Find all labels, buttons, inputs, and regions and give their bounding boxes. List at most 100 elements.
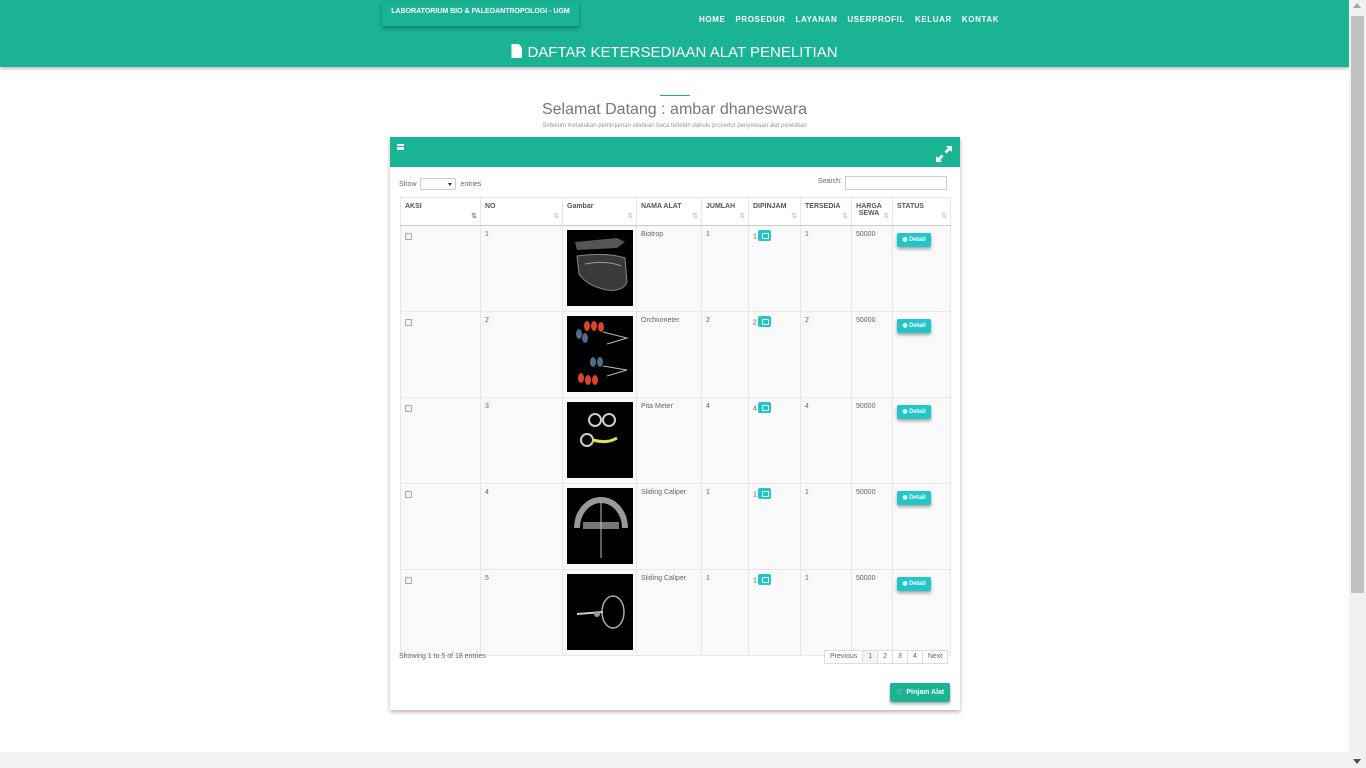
detail-button[interactable]: ◉ Detail [897,491,931,505]
table-row: 2 Orchiometer 2 2 2 50000 ◉ Detail [400,311,951,398]
row-no: 1 [480,225,563,312]
row-tersedia: 4 [800,397,852,484]
row-tersedia: 1 [800,483,852,570]
list-icon [397,144,404,150]
row-nama: Sliding Caliper [636,483,702,570]
nav-layanan[interactable]: LAYANAN [796,15,838,25]
col-nama-alat[interactable]: NAMA ALAT ⇅ [636,197,702,226]
brand-logo[interactable]: LABORATORIUM BIO & PALEOANTROPOLOGI - UG… [382,2,579,26]
borrow-icon[interactable] [757,488,771,499]
row-nama: Orchiometer [636,311,702,398]
row-jumlah: 2 [701,311,749,398]
row-tersedia: 1 [800,569,852,656]
equipment-image[interactable] [567,488,633,564]
row-nama: Biotrop [636,225,702,312]
row-harga: 50000 [851,311,893,398]
row-tersedia: 1 [800,225,852,312]
borrow-icon[interactable] [757,402,771,413]
page-2[interactable]: 2 [877,650,894,664]
page-next[interactable]: Next [921,650,949,664]
search-label: Search: [817,178,842,185]
equipment-panel: Show entries Search: AKSI ⇅ NO ⇅ Gambar ⇅ N… [390,137,960,710]
page-1[interactable]: 1 [862,650,879,664]
row-dipinjam: 1 [753,577,757,585]
nav-keluar[interactable]: KELUAR [915,15,952,25]
row-harga: 50000 [851,397,893,484]
main-nav: HOME PROSEDUR LAYANAN USERPROFIL KELUAR … [699,15,1009,25]
row-nama: Pita Meter [636,397,702,484]
row-checkbox[interactable] [405,491,412,498]
detail-button[interactable]: ◉ Detail [897,405,931,419]
row-checkbox[interactable] [405,405,412,412]
row-checkbox[interactable] [405,319,412,326]
search-input[interactable] [845,176,947,190]
nav-prosedur[interactable]: PROSEDUR [735,15,785,25]
scroll-thumb[interactable] [1351,16,1364,593]
nav-kontak[interactable]: KONTAK [962,15,999,25]
table-header-row: AKSI ⇅ NO ⇅ Gambar ⇅ NAMA ALAT ⇅ JUMLAH ⇅ DIP… [400,197,951,226]
equipment-table: AKSI ⇅ NO ⇅ Gambar ⇅ NAMA ALAT ⇅ JUMLAH ⇅ DIP… [400,197,951,656]
row-harga: 50000 [851,225,893,312]
footer-strip [0,752,1349,768]
row-checkbox[interactable] [405,577,412,584]
entries-label: entries [460,180,482,188]
table-row: 1 Biotrop 1 1 1 50000 ◉ Detail [400,225,951,312]
row-harga: 50000 [851,569,893,656]
row-tersedia: 2 [800,311,852,398]
top-navbar: LABORATORIUM BIO & PALEOANTROPOLOGI - UG… [0,0,1349,67]
equipment-image[interactable] [567,316,633,392]
pinjam-alat-button[interactable]: 🛒 Pinjam Alat [890,683,950,702]
detail-button[interactable]: ◉ Detail [897,319,931,333]
row-dipinjam: 2 [753,319,757,327]
col-gambar[interactable]: Gambar ⇅ [562,197,637,226]
col-aksi[interactable]: AKSI ⇅ [400,197,481,226]
table-row: 4 Sliding Caliper 1 1 1 50000 ◉ Detail [400,483,951,570]
nav-userprofil[interactable]: USERPROFIL [847,15,905,25]
row-checkbox[interactable] [405,233,412,240]
borrow-icon[interactable] [757,574,771,585]
expand-icon[interactable] [935,145,953,163]
row-jumlah: 4 [701,397,749,484]
col-jumlah[interactable]: JUMLAH ⇅ [701,197,749,226]
equipment-image[interactable] [567,574,633,650]
col-harga-sewa[interactable]: HARGA SEWA ⇅ [851,197,893,226]
row-dipinjam: 4 [753,405,757,413]
row-jumlah: 1 [701,225,749,312]
scroll-down-icon[interactable] [1353,759,1361,764]
page-3[interactable]: 3 [892,650,908,664]
page-4[interactable]: 4 [906,650,923,664]
equipment-image[interactable] [567,402,633,478]
row-dipinjam: 1 [753,491,757,499]
page-previous[interactable]: Previous [824,650,864,664]
nav-home[interactable]: HOME [699,15,725,25]
entries-select[interactable] [420,178,457,190]
show-label: Show [399,180,417,188]
row-harga: 50000 [851,483,893,570]
col-status[interactable]: STATUS ⇅ [892,197,951,226]
show-entries: Show entries [399,178,481,190]
page-scrollbar[interactable] [1349,0,1366,768]
document-icon [511,44,523,58]
welcome-subtitle: Sebelum melakukan peminjaman silahkan ba… [542,123,807,129]
table-row: 5 Sliding Caliper 1 1 1 50000 ◉ Detail [400,569,951,656]
row-jumlah: 1 [701,569,749,656]
row-nama: Sliding Caliper [636,569,702,656]
table-info: Showing 1 to 5 of 18 entries [399,653,486,660]
row-no: 5 [480,569,563,656]
detail-button[interactable]: ◉ Detail [897,233,931,247]
cart-icon: 🛒 [895,689,905,696]
borrow-icon[interactable] [757,230,771,241]
col-tersedia[interactable]: TERSEDIA ⇅ [800,197,852,226]
row-no: 2 [480,311,563,398]
row-dipinjam: 1 [753,233,757,241]
page-title-text: DAFTAR KETERSEDIAAN ALAT PENELITIAN [527,44,838,61]
scroll-up-icon[interactable] [1353,3,1361,8]
detail-button[interactable]: ◉ Detail [897,577,931,591]
borrow-icon[interactable] [757,316,771,327]
col-dipinjam[interactable]: DIPINJAM ⇅ [748,197,801,226]
pagination: Previous 1 2 3 4 Next [824,650,949,664]
equipment-image[interactable] [567,230,633,306]
row-jumlah: 1 [701,483,749,570]
panel-header [390,137,960,167]
col-no[interactable]: NO ⇅ [480,197,563,226]
